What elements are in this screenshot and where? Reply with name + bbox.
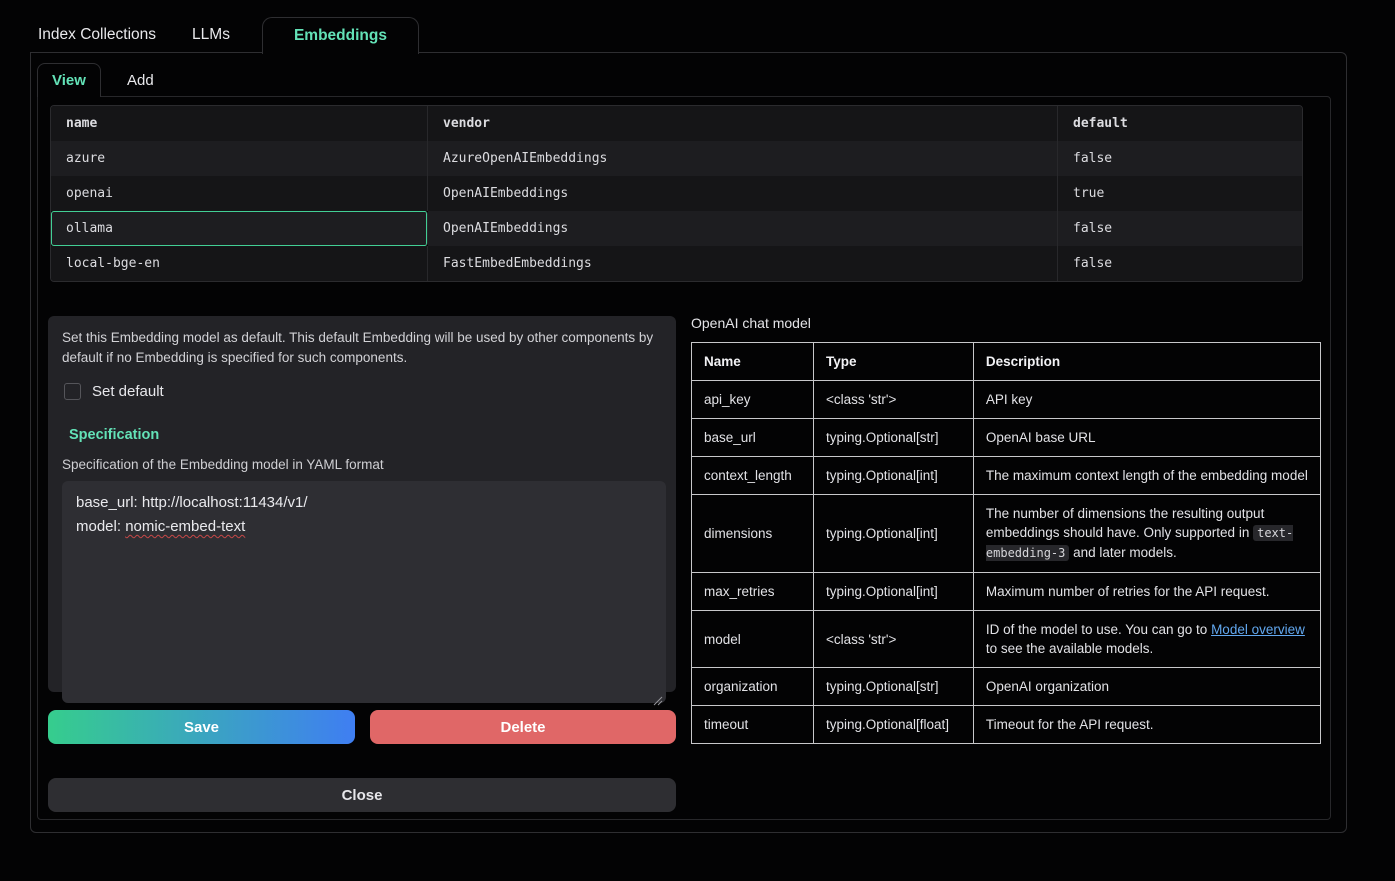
row-local-bge-en-name[interactable]: local-bge-en bbox=[51, 246, 428, 281]
doc-row-organization: organization typing.Optional[str] OpenAI… bbox=[692, 668, 1321, 706]
set-default-row: Set default bbox=[64, 383, 662, 400]
delete-button[interactable]: Delete bbox=[370, 710, 676, 744]
row-azure-default[interactable]: false bbox=[1058, 141, 1302, 176]
column-header-name: name bbox=[51, 106, 428, 141]
row-openai-name[interactable]: openai bbox=[51, 176, 428, 211]
doc-row-timeout: timeout typing.Optional[float] Timeout f… bbox=[692, 706, 1321, 744]
tab-embeddings[interactable]: Embeddings bbox=[262, 17, 419, 54]
row-openai-vendor[interactable]: OpenAIEmbeddings bbox=[428, 176, 1058, 211]
tab-view[interactable]: View bbox=[37, 63, 101, 97]
column-header-vendor: vendor bbox=[428, 106, 1058, 141]
main-tab-bar: Index Collections LLMs Embeddings bbox=[30, 17, 419, 53]
row-openai-default[interactable]: true bbox=[1058, 176, 1302, 211]
doc-row-context-length: context_length typing.Optional[int] The … bbox=[692, 457, 1321, 495]
doc-header-row: Name Type Description bbox=[692, 343, 1321, 381]
row-local-bge-en-vendor[interactable]: FastEmbedEmbeddings bbox=[428, 246, 1058, 281]
yaml-misspelled-word: nomic-embed-text bbox=[125, 518, 245, 535]
doc-column-type: Type bbox=[813, 343, 973, 381]
model-overview-link[interactable]: Model overview bbox=[1211, 622, 1305, 637]
tab-index-collections[interactable]: Index Collections bbox=[30, 17, 174, 53]
column-header-default: default bbox=[1058, 106, 1302, 141]
row-ollama-default[interactable]: false bbox=[1058, 211, 1302, 246]
yaml-line-2: model: nomic-embed-text bbox=[76, 515, 652, 539]
doc-column-description: Description bbox=[973, 343, 1320, 381]
doc-row-api-key: api_key <class 'str'> API key bbox=[692, 381, 1321, 419]
model-doc-table: Name Type Description api_key <class 'st… bbox=[691, 342, 1321, 744]
set-default-checkbox[interactable] bbox=[64, 383, 81, 400]
row-ollama-name-selected[interactable]: ollama bbox=[51, 211, 428, 246]
doc-column-name: Name bbox=[692, 343, 814, 381]
close-button[interactable]: Close bbox=[48, 778, 676, 812]
embeddings-table: name vendor default azure AzureOpenAIEmb… bbox=[50, 105, 1303, 282]
default-config-panel: Set this Embedding model as default. Thi… bbox=[48, 316, 676, 692]
yaml-spec-textarea[interactable]: base_url: http://localhost:11434/v1/ mod… bbox=[62, 481, 666, 703]
page: Index Collections LLMs Embeddings View A… bbox=[0, 0, 1395, 881]
set-default-description: Set this Embedding model as default. Thi… bbox=[62, 328, 662, 368]
doc-row-max-retries: max_retries typing.Optional[int] Maximum… bbox=[692, 573, 1321, 611]
doc-row-base-url: base_url typing.Optional[str] OpenAI bas… bbox=[692, 419, 1321, 457]
row-azure-name[interactable]: azure bbox=[51, 141, 428, 176]
save-button[interactable]: Save bbox=[48, 710, 355, 744]
row-ollama-vendor[interactable]: OpenAIEmbeddings bbox=[428, 211, 1058, 246]
tab-llms[interactable]: LLMs bbox=[174, 17, 248, 53]
model-doc-title: OpenAI chat model bbox=[691, 315, 811, 331]
doc-row-dimensions: dimensions typing.Optional[int] The numb… bbox=[692, 495, 1321, 573]
specification-heading: Specification bbox=[69, 427, 662, 443]
yaml-line-1: base_url: http://localhost:11434/v1/ bbox=[76, 491, 652, 515]
row-azure-vendor[interactable]: AzureOpenAIEmbeddings bbox=[428, 141, 1058, 176]
doc-row-model: model <class 'str'> ID of the model to u… bbox=[692, 611, 1321, 668]
specification-subtitle: Specification of the Embedding model in … bbox=[62, 457, 662, 472]
row-local-bge-en-default[interactable]: false bbox=[1058, 246, 1302, 281]
tab-add[interactable]: Add bbox=[101, 63, 180, 97]
set-default-label: Set default bbox=[92, 383, 164, 400]
resize-handle-icon[interactable] bbox=[653, 690, 663, 700]
sub-tab-bar: View Add bbox=[37, 63, 180, 97]
